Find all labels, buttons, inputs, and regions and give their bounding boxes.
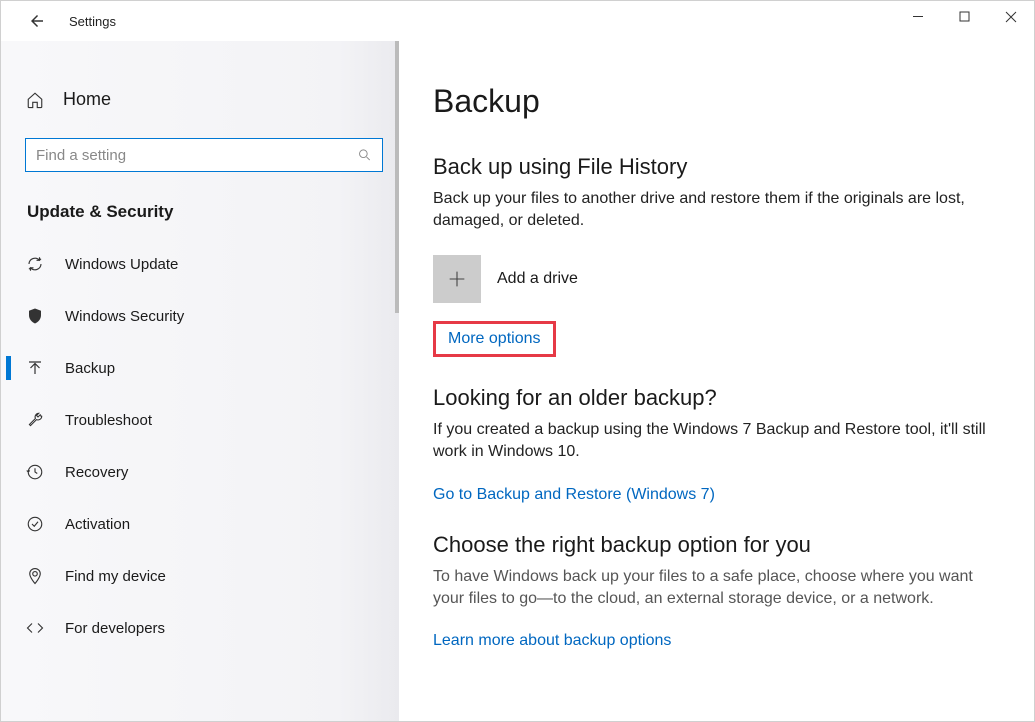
check-circle-icon [23,515,47,533]
file-history-heading: Back up using File History [433,154,996,180]
titlebar: Settings [1,1,1034,41]
history-icon [23,463,47,481]
sidebar-item-label: Backup [65,360,115,377]
backup-arrow-icon [23,359,47,377]
window-title: Settings [69,14,116,29]
choose-option-description: To have Windows back up your files to a … [433,566,993,611]
main-content: Backup Back up using File History Back u… [399,41,1034,721]
sidebar-item-label: Recovery [65,464,128,481]
search-input[interactable] [36,147,357,164]
sidebar-home[interactable]: Home [9,79,399,120]
window-controls [896,1,1034,33]
spacer [433,504,996,532]
sidebar-item-recovery[interactable]: Recovery [9,446,399,498]
sidebar-item-label: Troubleshoot [65,412,152,429]
highlight-annotation: More options [433,321,556,357]
sidebar-item-label: For developers [65,620,165,637]
sidebar-item-label: Find my device [65,568,166,585]
sidebar-item-label: Activation [65,516,130,533]
location-icon [23,567,47,585]
older-backup-description: If you created a backup using the Window… [433,419,993,464]
maximize-button[interactable] [942,1,988,33]
shield-icon [23,307,47,325]
older-backup-heading: Looking for an older backup? [433,385,996,411]
page-title: Backup [433,83,996,120]
sidebar-scrollbar[interactable] [395,41,399,721]
sidebar-item-backup[interactable]: Backup [9,342,399,394]
sidebar-home-label: Home [63,89,111,110]
sidebar-item-find-my-device[interactable]: Find my device [9,550,399,602]
file-history-description: Back up your files to another drive and … [433,188,993,233]
sidebar-item-windows-update[interactable]: Windows Update [9,238,399,290]
sidebar-item-windows-security[interactable]: Windows Security [9,290,399,342]
add-drive-label: Add a drive [497,270,578,288]
more-options-link[interactable]: More options [448,330,541,348]
search-box[interactable] [25,138,383,172]
sidebar-category: Update & Security [9,194,399,238]
back-button[interactable] [19,3,55,39]
maximize-icon [959,11,971,23]
close-icon [1005,11,1017,23]
arrow-left-icon [28,12,46,30]
sidebar-item-troubleshoot[interactable]: Troubleshoot [9,394,399,446]
close-button[interactable] [988,1,1034,33]
minimize-icon [913,11,925,23]
home-icon [23,91,47,109]
sidebar-item-label: Windows Update [65,256,178,273]
add-drive-button[interactable]: Add a drive [433,255,996,303]
minimize-button[interactable] [896,1,942,33]
sidebar-item-label: Windows Security [65,308,184,325]
search-icon [357,147,372,163]
choose-option-heading: Choose the right backup option for you [433,532,996,558]
plus-icon [433,255,481,303]
sidebar-item-activation[interactable]: Activation [9,498,399,550]
sync-icon [23,255,47,273]
learn-more-link[interactable]: Learn more about backup options [433,632,671,650]
sidebar: Home Update & Security Windows Update Wi… [1,41,399,721]
content-area: Home Update & Security Windows Update Wi… [1,41,1034,721]
code-icon [23,619,47,637]
wrench-icon [23,411,47,429]
backup-restore-link[interactable]: Go to Backup and Restore (Windows 7) [433,486,715,504]
sidebar-item-for-developers[interactable]: For developers [9,602,399,654]
